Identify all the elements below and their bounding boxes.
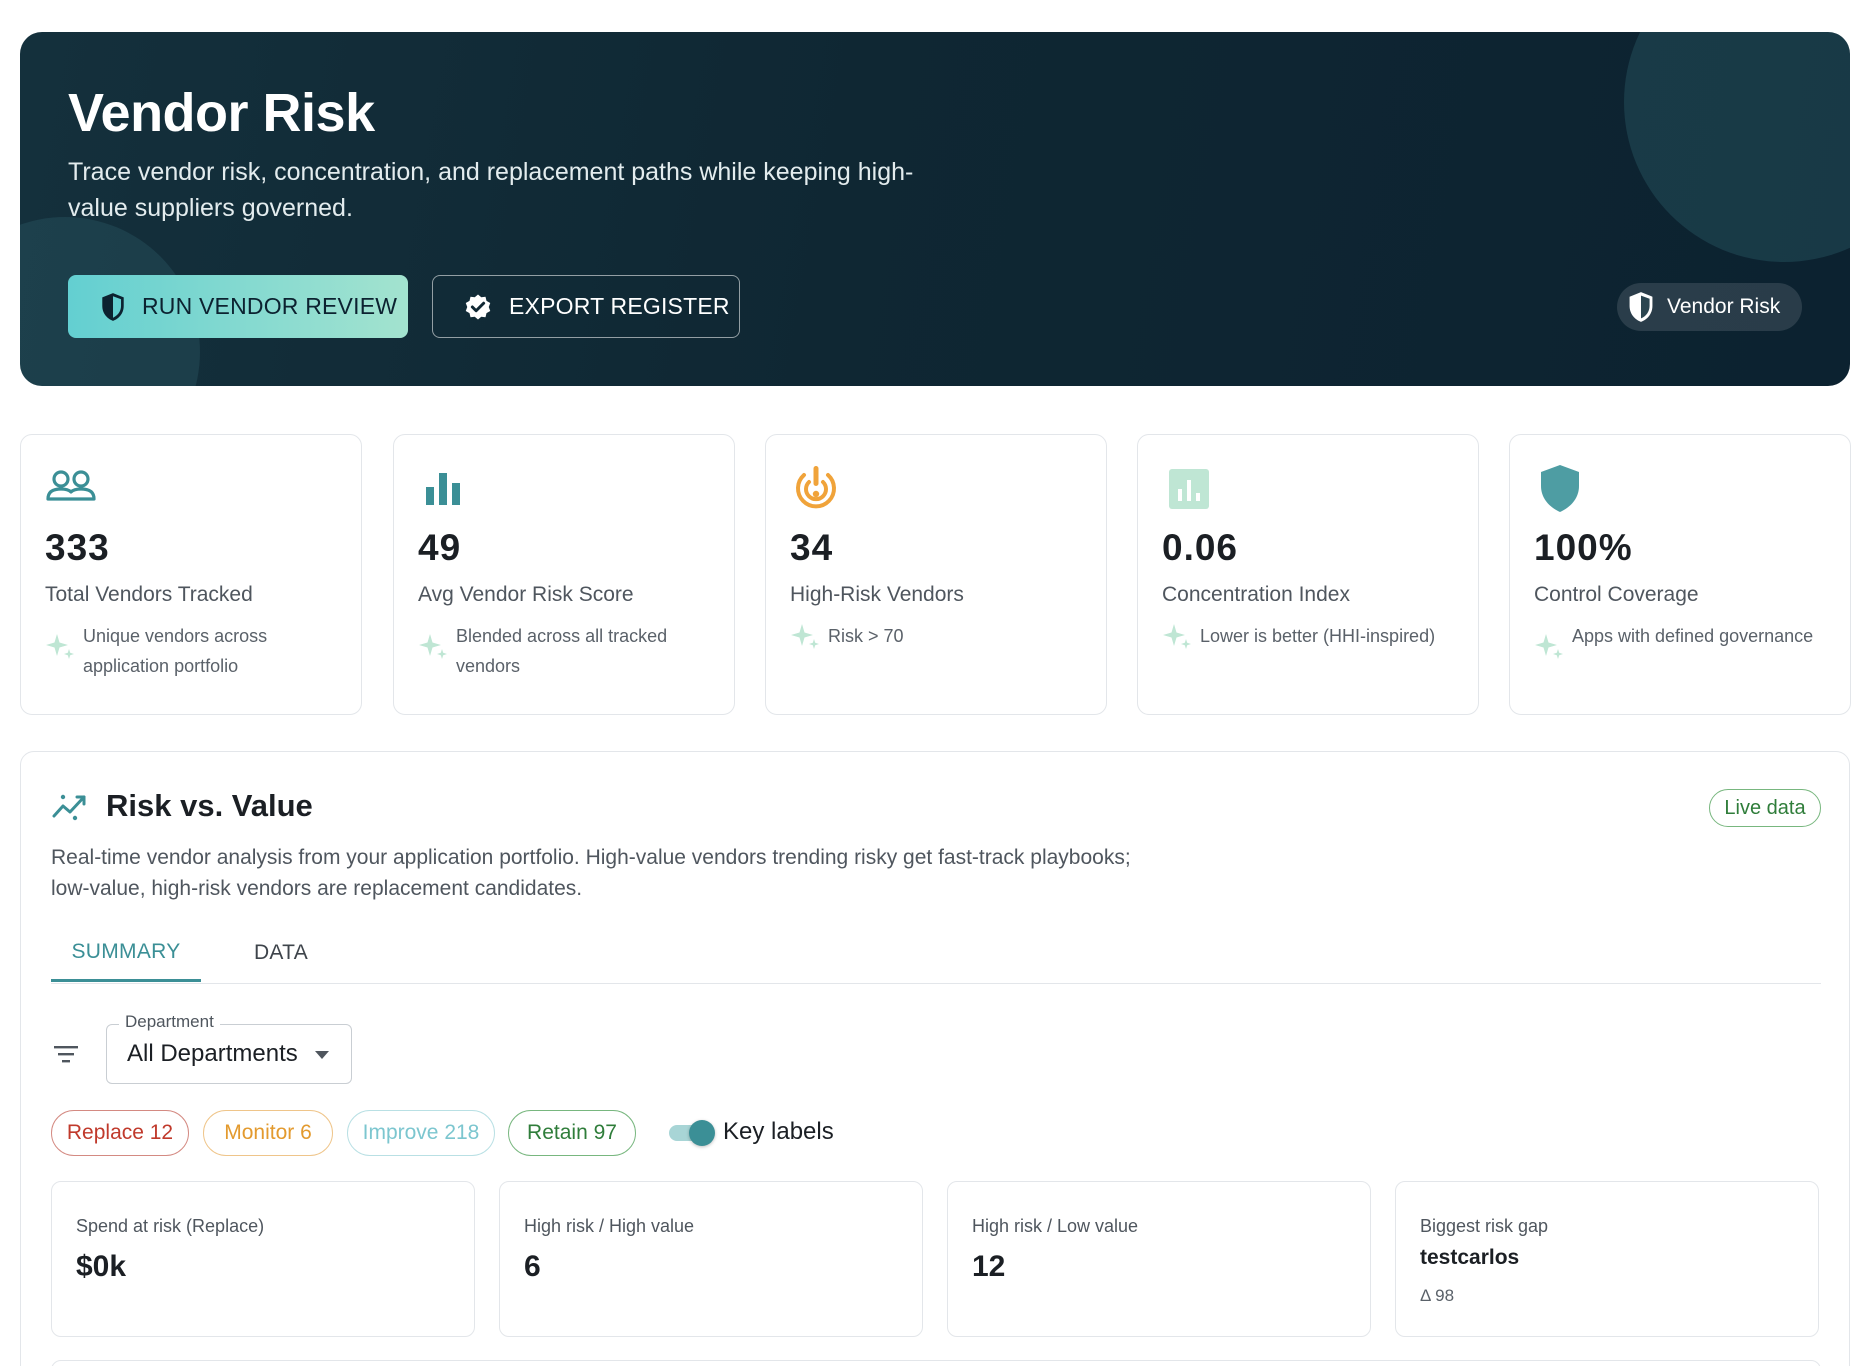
run-vendor-review-button[interactable]: RUN VENDOR REVIEW — [68, 275, 408, 338]
kpi-card-control-coverage: 100% Control Coverage Apps with defined … — [1509, 434, 1851, 715]
export-register-label: EXPORT REGISTER — [509, 293, 730, 319]
stat-label: Spend at risk (Replace) — [76, 1216, 265, 1236]
kpi-hint: Lower is better (HHI-inspired) — [1162, 621, 1462, 651]
stat-value: 12 — [972, 1250, 1006, 1283]
bar-chart-icon — [426, 473, 460, 505]
filter-icon[interactable] — [53, 1044, 79, 1064]
vendor-risk-chip-label: Vendor Risk — [1667, 295, 1781, 318]
stat-card-spend-at-risk: Spend at risk (Replace) $0k — [51, 1181, 475, 1337]
kpi-card-concentration: 0.06 Concentration Index Lower is better… — [1137, 434, 1479, 715]
stat-label: Biggest risk gap — [1420, 1216, 1549, 1236]
kpi-card-high-risk: 34 High-Risk Vendors Risk > 70 — [765, 434, 1107, 715]
stat-card-biggest-risk-gap: Biggest risk gap testcarlos Δ 98 — [1395, 1181, 1819, 1337]
kpi-card-total-vendors: 333 Total Vendors Tracked Unique vendors… — [20, 434, 362, 715]
kpi-card-avg-risk: 49 Avg Vendor Risk Score Blended across … — [393, 434, 735, 715]
stat-delta: Δ 98 — [1420, 1286, 1455, 1305]
stat-card-high-risk-high-value: High risk / High value 6 — [499, 1181, 923, 1337]
stat-card-high-risk-low-value: High risk / Low value 12 — [947, 1181, 1371, 1337]
chart-box-icon — [1169, 469, 1209, 509]
shield-half-icon — [102, 292, 124, 321]
panel-description: Real-time vendor analysis from your appl… — [51, 846, 1131, 900]
tab-summary[interactable]: SUMMARY — [51, 924, 201, 982]
kpi-hint: Risk > 70 — [790, 621, 1090, 651]
stat-value: $0k — [76, 1250, 127, 1283]
panel-tabs: SUMMARY DATA — [51, 924, 1821, 984]
kpi-label: Control Coverage — [1534, 583, 1699, 606]
panel-title: Risk vs. Value — [106, 788, 313, 823]
shield-icon — [1541, 465, 1579, 512]
kpi-value: 0.06 — [1162, 527, 1239, 568]
users-icon — [46, 470, 96, 501]
kpi-hint: Blended across all tracked vendors — [418, 621, 718, 681]
run-vendor-review-label: RUN VENDOR REVIEW — [142, 293, 398, 319]
kpi-value: 333 — [45, 527, 110, 568]
sparkle-icon — [419, 634, 447, 659]
stat-label: High risk / High value — [524, 1216, 695, 1236]
chart-card — [51, 1360, 1821, 1366]
hero-decoration-circle — [1624, 32, 1850, 262]
filter-chip-replace[interactable]: Replace 12 — [51, 1110, 189, 1156]
kpi-hint-text: Lower is better (HHI-inspired) — [1200, 626, 1436, 646]
kpi-hint-text: Unique vendors across application portfo… — [83, 626, 268, 676]
hero-banner: Vendor Risk Trace vendor risk, concentra… — [20, 32, 1850, 386]
tab-data[interactable]: DATA — [231, 924, 331, 982]
chevron-down-icon[interactable] — [315, 1051, 329, 1059]
page-title: Vendor Risk — [68, 83, 375, 143]
kpi-hint-text: Apps with defined governance — [1572, 626, 1814, 646]
kpi-value: 49 — [418, 527, 462, 568]
sparkle-icon — [791, 624, 819, 649]
export-register-button[interactable]: EXPORT REGISTER — [432, 275, 740, 338]
target-alert-icon — [796, 466, 836, 509]
kpi-label: Concentration Index — [1162, 583, 1350, 606]
stat-value: 6 — [524, 1250, 541, 1283]
filter-chip-improve[interactable]: Improve 218 — [347, 1110, 495, 1156]
sparkle-icon — [46, 634, 74, 659]
live-data-badge: Live data — [1709, 789, 1821, 827]
kpi-hint: Unique vendors across application portfo… — [45, 621, 345, 681]
kpi-hint: Apps with defined governance — [1534, 621, 1834, 661]
kpi-value: 100% — [1534, 527, 1633, 568]
kpi-hint-text: Blended across all tracked vendors — [456, 626, 668, 676]
verified-badge-icon — [465, 294, 491, 319]
kpi-label: Avg Vendor Risk Score — [418, 583, 634, 606]
stat-vendor-name: testcarlos — [1420, 1246, 1520, 1269]
stat-label: High risk / Low value — [972, 1216, 1139, 1236]
sparkle-icon — [1535, 634, 1563, 659]
filter-chip-retain[interactable]: Retain 97 — [508, 1110, 636, 1156]
department-select-label: Department — [119, 1012, 220, 1032]
vendor-risk-chip: Vendor Risk — [1617, 283, 1802, 331]
kpi-value: 34 — [790, 527, 834, 568]
page-subtitle: Trace vendor risk, concentration, and re… — [68, 158, 914, 222]
trending-chart-icon — [52, 794, 86, 821]
filter-chip-monitor[interactable]: Monitor 6 — [203, 1110, 333, 1156]
shield-half-icon — [1629, 292, 1653, 322]
kpi-hint-text: Risk > 70 — [828, 626, 904, 646]
key-labels-label: Key labels — [723, 1118, 834, 1145]
key-labels-toggle[interactable] — [669, 1120, 715, 1146]
sparkle-icon — [1163, 624, 1191, 649]
kpi-label: High-Risk Vendors — [790, 583, 964, 606]
department-select-value: All Departments — [127, 1040, 298, 1067]
kpi-label: Total Vendors Tracked — [45, 583, 253, 606]
risk-value-panel: Risk vs. Value Live data Real-time vendo… — [20, 751, 1850, 1366]
toggle-knob — [689, 1120, 715, 1146]
